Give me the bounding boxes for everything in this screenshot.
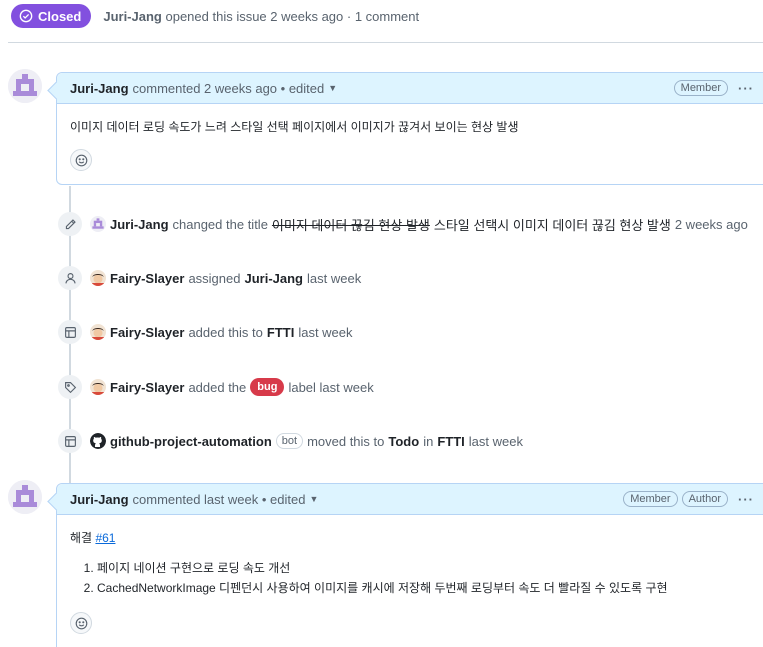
- bug-label[interactable]: bug: [250, 378, 285, 396]
- smiley-icon: [75, 154, 87, 166]
- event-actor[interactable]: github-project-automation: [110, 434, 272, 449]
- add-reaction-button[interactable]: [70, 149, 92, 171]
- person-icon: [58, 266, 82, 290]
- event-target[interactable]: Juri-Jang: [244, 271, 303, 286]
- event-action: moved this to: [307, 433, 385, 449]
- list-item: 페이지 네이션 구현으로 로딩 속도 개선: [97, 558, 755, 578]
- avatar[interactable]: [90, 379, 106, 395]
- issue-author[interactable]: Juri-Jang: [103, 9, 162, 24]
- event-target[interactable]: FTTI: [437, 434, 464, 449]
- event-time[interactable]: last week: [307, 271, 361, 286]
- member-label: Member: [673, 80, 728, 96]
- more-options-icon[interactable]: ···: [738, 81, 754, 96]
- timeline-moved-event: github-project-automation bot moved this…: [58, 429, 523, 453]
- event-in: in: [423, 433, 434, 449]
- comment-author[interactable]: Juri-Jang: [70, 81, 129, 96]
- comment-1: Juri-Jang commented 2 weeks ago • edited…: [56, 72, 763, 185]
- event-suffix: label last week: [288, 379, 374, 395]
- table-icon: [58, 320, 82, 344]
- chevron-down-icon[interactable]: ▼: [328, 83, 337, 93]
- comment-author[interactable]: Juri-Jang: [70, 492, 129, 507]
- event-action: added this to: [188, 324, 263, 340]
- comment-body: 해결 #61 페이지 네이션 구현으로 로딩 속도 개선 CachedNetwo…: [57, 515, 763, 646]
- comment-text: 이미지 데이터 로딩 속도가 느려 스타일 선택 페이지에서 이미지가 끊겨서 …: [70, 120, 519, 134]
- comment-meta: commented 2 weeks ago • edited: [132, 80, 325, 96]
- event-action: assigned: [188, 270, 241, 286]
- github-logo-icon[interactable]: [90, 433, 106, 449]
- add-reaction-button[interactable]: [70, 612, 92, 634]
- event-action: changed the title: [172, 216, 268, 232]
- issue-meta: Juri-Jang opened this issue 2 weeks ago …: [103, 9, 419, 24]
- issue-link[interactable]: #61: [95, 531, 115, 545]
- event-target[interactable]: FTTI: [267, 325, 294, 340]
- pencil-icon: [58, 212, 82, 236]
- fix-list: 페이지 네이션 구현으로 로딩 속도 개선 CachedNetworkImage…: [97, 558, 755, 598]
- timeline-assign-event: Fairy-Slayer assigned Juri-Jang last wee…: [58, 266, 361, 290]
- event-action: added the: [188, 379, 247, 395]
- avatar[interactable]: [8, 480, 42, 514]
- comment-header: Juri-Jang commented last week • edited ▼…: [57, 484, 763, 515]
- issue-header: Closed Juri-Jang opened this issue 2 wee…: [11, 4, 419, 28]
- avatar[interactable]: [8, 69, 42, 103]
- timeline-project-event: Fairy-Slayer added this to FTTI last wee…: [58, 320, 353, 344]
- timeline-rename-event: Juri-Jang changed the title 이미지 데이터 끊김 현…: [58, 212, 748, 236]
- new-title: 스타일 선택시 이미지 데이터 끊김 현상 발생: [433, 217, 671, 233]
- event-actor[interactable]: Fairy-Slayer: [110, 325, 184, 340]
- event-actor[interactable]: Fairy-Slayer: [110, 271, 184, 286]
- event-actor[interactable]: Juri-Jang: [110, 217, 169, 232]
- avatar[interactable]: [90, 324, 106, 340]
- comment-2: Juri-Jang commented last week • edited ▼…: [56, 483, 763, 647]
- comment-intro: 해결 #61: [70, 529, 755, 546]
- timeline-label-event: Fairy-Slayer added the bug label last we…: [58, 375, 374, 399]
- event-time[interactable]: 2 weeks ago: [675, 217, 748, 232]
- event-time[interactable]: last week: [298, 325, 352, 340]
- event-time[interactable]: last week: [469, 434, 523, 449]
- list-item: CachedNetworkImage 디펜던시 사용하여 이미지를 캐시에 저장…: [97, 578, 755, 598]
- member-label: Member: [623, 491, 678, 507]
- old-title: 이미지 데이터 끊김 현상 발생: [271, 217, 430, 233]
- bot-badge: bot: [275, 433, 304, 449]
- table-icon: [58, 429, 82, 453]
- issue-meta-text: opened this issue 2 weeks ago · 1 commen…: [165, 8, 420, 24]
- comment-body: 이미지 데이터 로딩 속도가 느려 스타일 선택 페이지에서 이미지가 끊겨서 …: [57, 104, 763, 183]
- check-circle-icon: [19, 9, 33, 23]
- header-divider: [8, 42, 763, 43]
- smiley-icon: [75, 617, 87, 629]
- more-options-icon[interactable]: ···: [738, 492, 754, 507]
- author-label: Author: [681, 491, 728, 507]
- event-actor[interactable]: Fairy-Slayer: [110, 380, 184, 395]
- avatar[interactable]: [90, 270, 106, 286]
- tag-icon: [58, 375, 82, 399]
- comment-meta: commented last week • edited: [132, 491, 306, 507]
- chevron-down-icon[interactable]: ▼: [309, 494, 318, 504]
- state-label: Closed: [38, 8, 82, 24]
- state-badge: Closed: [11, 4, 92, 28]
- avatar[interactable]: [90, 216, 106, 232]
- intro-text: 해결: [70, 531, 93, 545]
- event-column: Todo: [388, 433, 420, 449]
- comment-header: Juri-Jang commented 2 weeks ago • edited…: [57, 73, 763, 104]
